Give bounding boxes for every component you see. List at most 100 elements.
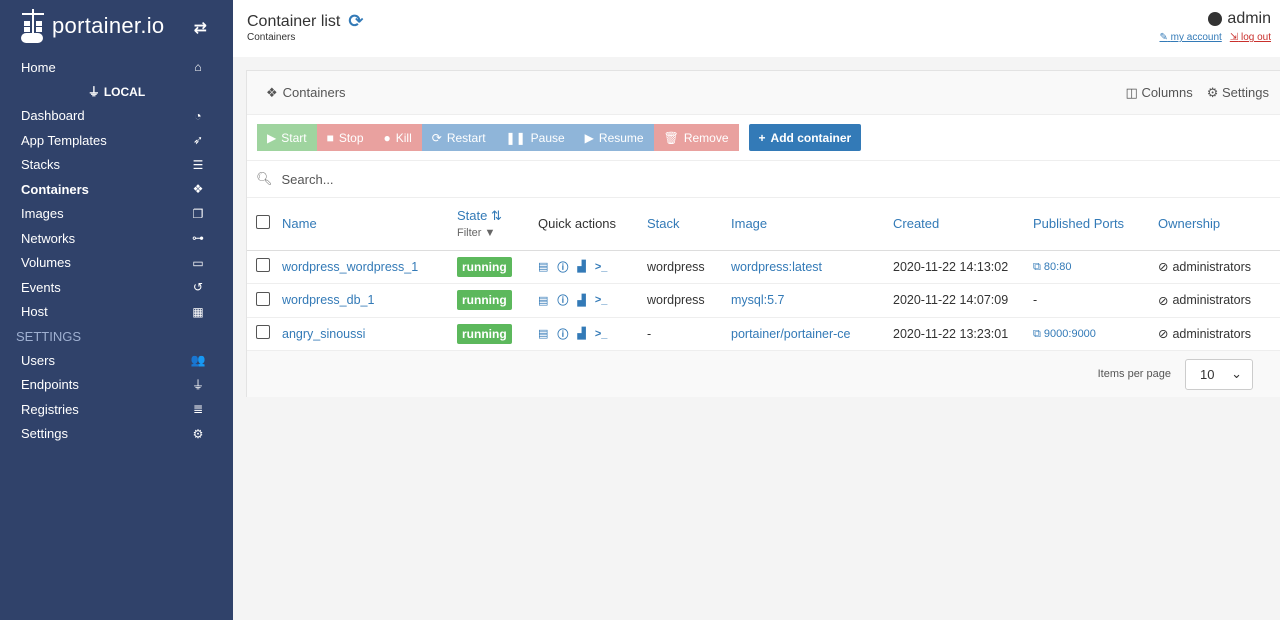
container-name-cell: angry_sinoussi [282,317,457,351]
column-state-label: State [457,208,488,224]
sidebar-item-endpoints[interactable]: Endpoints ⏚ [0,373,233,398]
eye-slash-icon: ⊘ [1158,327,1169,342]
sidebar-item-users[interactable]: Users 👥 [0,348,233,373]
sidebar-item-registries[interactable]: Registries ≣ [0,397,233,422]
container-state-cell: running [457,250,538,284]
sidebar-item-host[interactable]: Host ▦ [0,300,233,325]
info-icon[interactable]: ⓘ [557,292,568,308]
my-account-label: my account [1170,32,1222,43]
sidebar-item-events[interactable]: Events ↺ [0,275,233,300]
console-icon[interactable]: >_ [595,294,608,306]
status-badge: running [457,256,512,277]
search-input[interactable] [281,171,882,187]
column-created[interactable]: Created [893,198,1033,251]
column-published-ports[interactable]: Published Ports [1033,198,1158,251]
wrench-icon: ✎ [1159,32,1168,43]
container-ports-cell: - [1033,283,1158,318]
restart-button[interactable]: ⟳ Restart [421,124,496,151]
containers-table: Name State ⇅ Filter ▼ Quick actions Stac… [247,198,1280,351]
container-created-cell: 2020-11-22 13:23:01 [893,317,1033,351]
cubes-icon: ❖ [192,182,204,197]
sidebar-item-images[interactable]: Images ❐ [0,202,233,227]
column-stack[interactable]: Stack [647,198,731,251]
column-ownership[interactable]: Ownership [1158,198,1280,251]
row-checkbox[interactable] [256,258,270,273]
sidebar-item-dashboard[interactable]: Dashboard ◔ [0,104,233,129]
stop-button[interactable]: ■ Stop [316,124,374,151]
remove-button[interactable]: 🗑 Remove [653,124,739,151]
sidebar-item-stacks[interactable]: Stacks ☰ [0,153,233,178]
row-checkbox[interactable] [256,291,270,306]
kill-button[interactable]: ● Kill [373,124,422,151]
sitemap-icon: ⊶ [192,231,204,246]
info-icon[interactable]: ⓘ [557,259,568,275]
column-name[interactable]: Name [282,198,457,251]
column-state[interactable]: State ⇅ Filter ▼ [457,198,538,251]
logs-icon[interactable]: ▤ [538,294,548,307]
container-image-link[interactable]: portainer/portainer-ce [731,327,851,341]
user-links: ✎ my account ⇲ log out [1159,32,1271,43]
container-ownership-cell: ⊘ administrators [1158,283,1280,318]
refresh-icon[interactable]: ⟳ [348,11,363,32]
pause-button[interactable]: ❚❚ Pause [495,124,575,151]
sidebar-item-label: Dashboard [21,108,85,124]
container-ownership-cell: ⊘ administrators [1158,250,1280,284]
sidebar-item-volumes[interactable]: Volumes ▭ [0,251,233,276]
published-port-link[interactable]: ⧉ 9000:9000 [1033,328,1096,340]
select-all-checkbox[interactable] [256,215,270,230]
logo[interactable]: portainer.io ⇄ [0,0,233,52]
columns-button[interactable]: ◫ Columns [1126,85,1193,101]
logs-icon[interactable]: ▤ [538,260,548,273]
sidebar-item-networks[interactable]: Networks ⊶ [0,226,233,251]
page-title: Container list ⟳ [247,11,363,32]
panel-title: ❖ Containers [266,85,346,101]
container-image-link[interactable]: mysql:5.7 [731,293,785,307]
stats-icon[interactable]: ▟ [577,260,585,273]
add-container-button[interactable]: + Add container [748,124,862,151]
sidebar-item-containers[interactable]: Containers ❖ [0,177,233,202]
hdd-icon: ▭ [192,255,204,270]
plug-icon: ⏚ [191,378,204,393]
items-per-page-select[interactable]: 10 ⌄ [1185,358,1253,390]
container-name-cell: wordpress_db_1 [282,283,457,318]
status-badge: running [457,290,512,311]
container-stack-cell: - [647,317,731,351]
container-created-cell: 2020-11-22 14:13:02 [893,250,1033,284]
stats-icon[interactable]: ▟ [577,294,585,307]
sidebar-item-label: Containers [21,181,89,197]
log-out-label: log out [1240,32,1271,43]
published-port-link[interactable]: ⧉ 80:80 [1033,261,1071,273]
rocket-icon: ➶ [192,133,204,148]
pause-label: Pause [530,130,565,145]
settings-button[interactable]: ⚙ Settings [1207,85,1269,101]
container-name-link[interactable]: angry_sinoussi [282,327,365,341]
console-icon[interactable]: >_ [595,328,608,340]
logs-icon[interactable]: ▤ [538,327,548,340]
resume-button[interactable]: ▶ Resume [574,124,654,151]
info-icon[interactable]: ⓘ [557,326,568,342]
container-name-link[interactable]: wordpress_wordpress_1 [282,260,418,274]
container-name-link[interactable]: wordpress_db_1 [282,293,374,307]
sidebar-item-home[interactable]: Home ⌂ [0,55,233,80]
console-icon[interactable]: >_ [595,261,608,273]
sidebar-toggle-icon[interactable]: ⇄ [194,18,207,38]
sidebar-item-app-templates[interactable]: App Templates ➶ [0,128,233,153]
table-row: angry_sinoussi running ▤ ⓘ ▟ >_ - portainer… [247,317,1280,351]
start-button[interactable]: ▶ Start [257,124,317,151]
log-out-link[interactable]: ⇲ log out [1230,32,1271,43]
container-image-link[interactable]: wordpress:latest [731,260,822,274]
eye-slash-icon: ⊘ [1158,293,1169,308]
sidebar-item-settings[interactable]: Settings ⚙ [0,422,233,447]
clone-icon: ❐ [192,206,204,221]
ownership: ⊘ administrators [1158,259,1280,275]
state-filter[interactable]: Filter ▼ [457,227,538,239]
row-checkbox[interactable] [256,325,270,340]
quick-actions: ▤ ⓘ ▟ >_ [538,326,647,342]
search-bar: 🔍︎ [247,161,1280,198]
column-image[interactable]: Image [731,198,893,251]
container-image-cell: portainer/portainer-ce [731,317,893,351]
restart-label: Restart [446,130,486,145]
my-account-link[interactable]: ✎ my account [1159,32,1221,43]
stats-icon[interactable]: ▟ [577,327,585,340]
sidebar-item-label: Host [21,304,48,320]
